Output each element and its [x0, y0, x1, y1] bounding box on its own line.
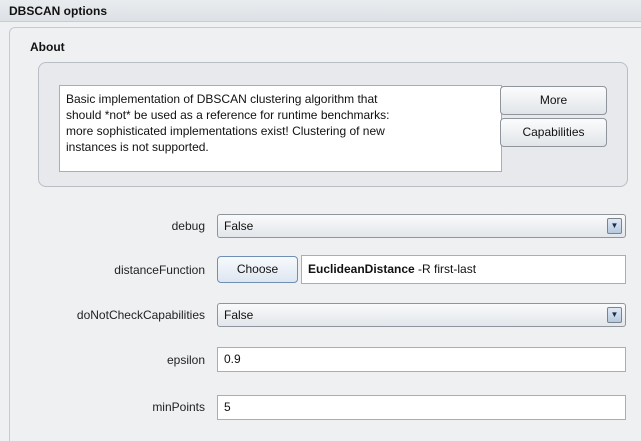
do-not-check-capabilities-select[interactable]: False ▼ — [217, 303, 626, 327]
debug-select[interactable]: False ▼ — [217, 214, 626, 238]
capabilities-button[interactable]: Capabilities — [500, 118, 607, 147]
min-points-input[interactable]: 5 — [217, 395, 626, 420]
about-title: About — [30, 40, 65, 54]
min-points-label: minPoints — [152, 400, 205, 414]
about-description: Basic implementation of DBSCAN clusterin… — [59, 85, 502, 172]
debug-value: False — [224, 219, 254, 233]
distance-function-label: distanceFunction — [114, 263, 205, 277]
do-not-check-capabilities-value: False — [224, 308, 254, 322]
window-title: DBSCAN options — [9, 4, 107, 18]
epsilon-label: epsilon — [166, 353, 205, 367]
do-not-check-capabilities-label: doNotCheckCapabilities — [76, 308, 205, 322]
dropdown-arrow-icon[interactable]: ▼ — [607, 218, 622, 234]
distance-function-field[interactable]: EuclideanDistance -R first-last — [301, 255, 626, 284]
more-button[interactable]: More — [500, 86, 607, 115]
distance-args: -R first-last — [414, 262, 477, 276]
dropdown-arrow-icon[interactable]: ▼ — [607, 307, 622, 323]
epsilon-input[interactable]: 0.9 — [217, 347, 626, 372]
debug-label: debug — [171, 219, 205, 233]
window-title-bar: DBSCAN options — [0, 0, 641, 22]
distance-class-name: EuclideanDistance — [308, 262, 415, 276]
choose-button[interactable]: Choose — [217, 256, 298, 283]
